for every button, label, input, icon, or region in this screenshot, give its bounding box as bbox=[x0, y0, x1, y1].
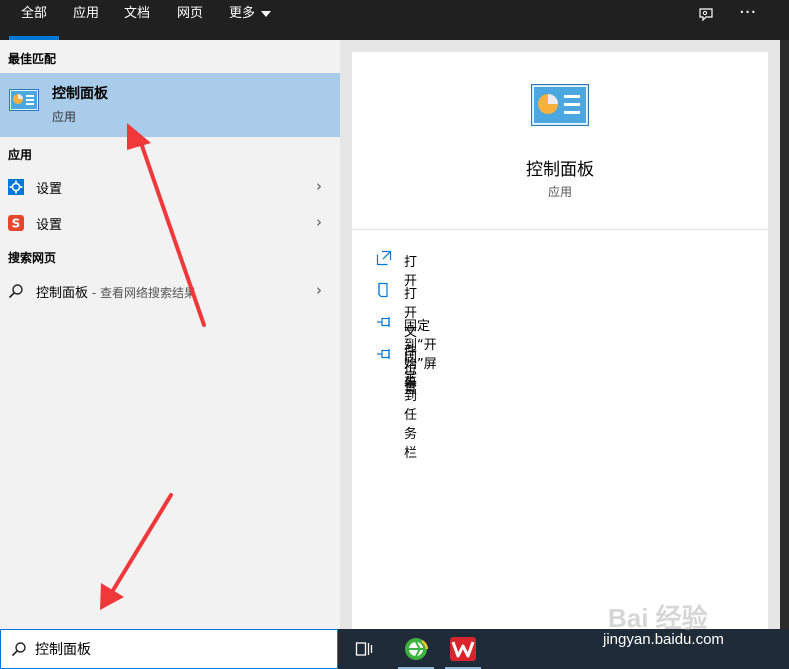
search-filter-bar: 全部 应用 文档 网页 更多 ··· bbox=[0, 0, 789, 40]
best-match-subtitle: 应用 bbox=[52, 110, 77, 124]
task-view-icon bbox=[355, 640, 373, 662]
best-match-item[interactable]: 控制面板 应用 bbox=[0, 73, 340, 137]
app-result-label: 设置 bbox=[36, 182, 63, 197]
best-match-title: 控制面板 bbox=[52, 86, 108, 102]
chevron-right-icon[interactable]: › bbox=[316, 281, 322, 299]
sogou-s-icon: S bbox=[8, 215, 24, 231]
web-search-query: 控制面板 bbox=[36, 286, 89, 301]
chevron-right-icon[interactable]: › bbox=[316, 177, 322, 195]
svg-text:S: S bbox=[12, 217, 21, 231]
task-view-button[interactable] bbox=[344, 629, 384, 669]
web-search-header: 搜索网页 bbox=[8, 251, 57, 265]
control-panel-icon bbox=[9, 89, 39, 115]
action-label: 固定到任务栏 bbox=[404, 351, 418, 461]
tab-documents[interactable]: 文档 bbox=[124, 0, 150, 40]
search-icon bbox=[8, 283, 24, 299]
preview-kind: 应用 bbox=[547, 185, 572, 199]
control-panel-icon bbox=[530, 83, 590, 130]
pin-icon bbox=[376, 314, 392, 330]
chevron-down-icon bbox=[261, 10, 272, 17]
tab-more[interactable]: 更多 bbox=[229, 0, 272, 40]
browser-icon bbox=[404, 637, 429, 665]
tab-web[interactable]: 网页 bbox=[177, 0, 203, 40]
divider bbox=[352, 229, 768, 230]
best-match-header: 最佳匹配 bbox=[8, 52, 57, 66]
web-search-label: 控制面板 - 查看网络搜索结果 bbox=[36, 282, 196, 301]
search-icon bbox=[11, 641, 27, 661]
search-input[interactable] bbox=[35, 636, 325, 662]
app-result-settings[interactable]: 设置 › bbox=[0, 169, 340, 205]
web-search-hint: - 查看网络搜索结果 bbox=[88, 286, 196, 300]
tab-apps[interactable]: 应用 bbox=[73, 0, 99, 40]
wps-icon bbox=[450, 637, 476, 665]
window-edge bbox=[780, 40, 789, 629]
taskbar-search-box[interactable] bbox=[0, 629, 338, 669]
app-result-label: 设置 bbox=[36, 218, 63, 233]
web-search-result[interactable]: 控制面板 - 查看网络搜索结果 › bbox=[0, 273, 340, 309]
tab-all[interactable]: 全部 bbox=[8, 0, 60, 40]
preview-pane: 控制面板 应用 打开 打开文件位置 固定到“开始”屏幕 固定到任务栏 bbox=[340, 40, 780, 629]
pin-icon bbox=[376, 346, 392, 362]
preview-card: 控制面板 应用 打开 打开文件位置 固定到“开始”屏幕 固定到任务栏 bbox=[352, 52, 768, 629]
taskbar-browser[interactable] bbox=[396, 629, 436, 669]
apps-header: 应用 bbox=[8, 148, 33, 162]
more-options-icon[interactable]: ··· bbox=[739, 2, 756, 23]
tab-more-label: 更多 bbox=[229, 6, 256, 21]
open-icon bbox=[376, 250, 392, 266]
taskbar-wps[interactable] bbox=[443, 629, 483, 669]
file-location-icon bbox=[376, 282, 392, 298]
app-result-sogou-settings[interactable]: S 设置 › bbox=[0, 205, 340, 241]
feedback-icon[interactable] bbox=[697, 6, 715, 28]
watermark-text: jingyan.baidu.com bbox=[603, 631, 724, 648]
settings-gear-icon bbox=[8, 179, 24, 195]
results-list: 最佳匹配 控制面板 应用 应用 设置 › S 设置 › 搜索网页 控制面板 - … bbox=[0, 40, 340, 629]
preview-title: 控制面板 bbox=[526, 160, 594, 180]
watermark-logo: Bai 经验 bbox=[608, 603, 708, 633]
chevron-right-icon[interactable]: › bbox=[316, 213, 322, 231]
